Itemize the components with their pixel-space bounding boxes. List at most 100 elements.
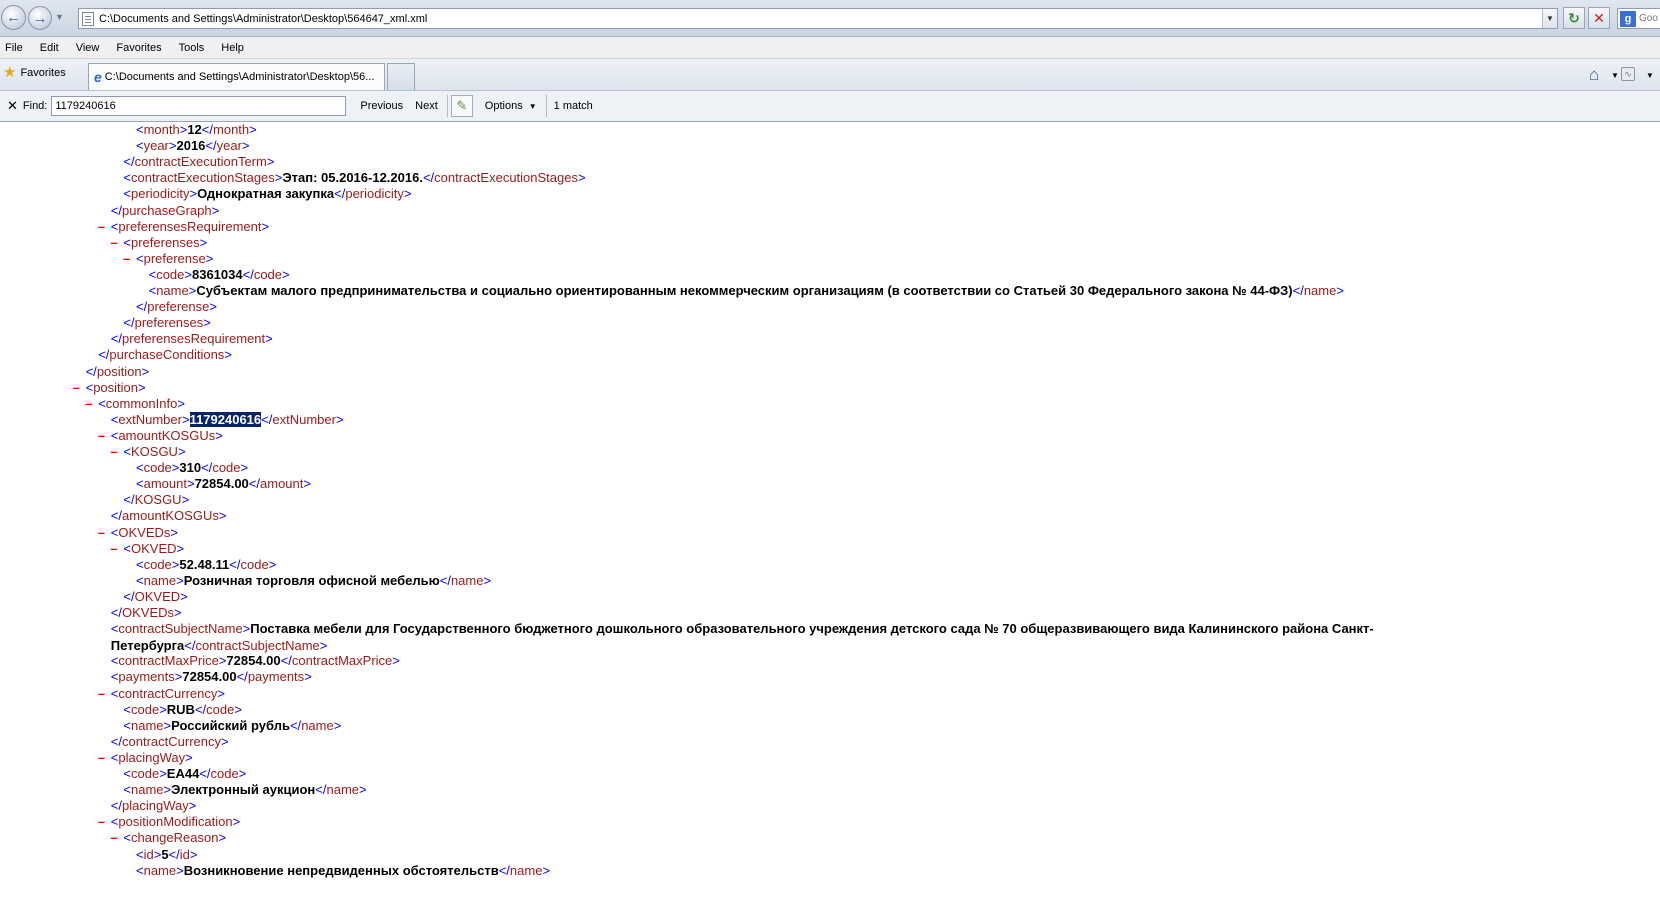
tag-bracket: </ (136, 299, 148, 315)
tag-name: preferenses (130, 234, 200, 250)
menu-help[interactable]: Help (216, 42, 252, 54)
tag-bracket: > (174, 605, 182, 620)
tag-bracket: </ (168, 846, 180, 862)
tag-bracket: > (266, 154, 275, 170)
menu-view[interactable]: View (71, 42, 108, 54)
address-text[interactable]: C:\Documents and Settings\Administrator\… (99, 13, 427, 25)
xml-line: <contractExecutionStages>Этап: 05.2016-1… (123, 169, 585, 186)
collapse-toggle-icon[interactable]: – (98, 749, 105, 766)
menu-favorites[interactable]: Favorites (111, 42, 169, 54)
google-logo-icon: g (1620, 10, 1636, 27)
tag-name: month (213, 122, 250, 137)
tag-bracket: </ (98, 347, 110, 363)
tag-bracket: < (123, 766, 131, 781)
tag-bracket: </ (123, 315, 135, 331)
find-options-button[interactable]: Options ▼ (479, 97, 543, 115)
tag-name: contractExecutionTerm (134, 154, 267, 170)
xml-line: </preferensesRequirement> (111, 330, 273, 347)
tag-bracket: < (136, 138, 144, 154)
collapse-toggle-icon[interactable]: – (98, 813, 105, 830)
find-previous-button[interactable]: Previous (354, 97, 409, 115)
tag-name: contractSubjectName (195, 638, 320, 654)
tag-bracket: </ (315, 782, 327, 798)
xml-line: </purchaseConditions> (98, 346, 232, 363)
tag-bracket: > (184, 266, 192, 282)
tag-bracket: > (163, 717, 172, 733)
tag-name: code (240, 556, 269, 572)
xml-line: </preferense> (136, 298, 217, 315)
search-box[interactable]: g Goo (1617, 8, 1660, 29)
tag-bracket: < (136, 846, 144, 862)
home-dropdown-icon[interactable]: ▼ (1611, 71, 1619, 80)
collapse-toggle-icon[interactable]: – (98, 218, 105, 235)
xml-line: <OKVEDs> (111, 524, 178, 541)
xml-line: <preferenses> (123, 234, 207, 251)
tag-name: name (143, 572, 177, 588)
tag-bracket: > (185, 749, 193, 765)
element-value: 72854.00 (226, 653, 281, 669)
collapse-toggle-icon[interactable]: – (98, 427, 105, 444)
tag-bracket: > (240, 460, 249, 476)
menu-file[interactable]: File (0, 42, 31, 54)
xml-line: </OKVED> (123, 588, 187, 605)
collapse-toggle-icon[interactable]: – (110, 234, 117, 251)
back-arrow-icon[interactable]: ← (1, 5, 26, 30)
tag-name: contractMaxPrice (118, 653, 219, 669)
tag-name: preferensesRequirement (122, 331, 266, 347)
tag-bracket: < (98, 395, 106, 411)
collapse-toggle-icon[interactable]: – (110, 540, 117, 557)
tag-name: code (212, 460, 241, 476)
close-icon[interactable]: ✕ (7, 98, 18, 114)
tag-bracket: </ (280, 653, 292, 669)
xml-line: <contractMaxPrice>72854.00</contractMaxP… (111, 652, 400, 669)
element-value: Возникновение непредвиденных обстоятельс… (183, 862, 499, 878)
tag-bracket: </ (289, 717, 302, 733)
collapse-toggle-icon[interactable]: – (98, 524, 105, 541)
forward-arrow-icon[interactable]: → (28, 6, 52, 30)
tag-bracket: </ (110, 331, 123, 347)
tag-bracket: </ (123, 154, 135, 170)
tag-name: code (253, 266, 283, 282)
tag-bracket: </ (248, 476, 261, 492)
collapse-toggle-icon[interactable]: – (110, 829, 117, 846)
tab-active-document[interactable]: e C:\Documents and Settings\Administrato… (88, 63, 385, 90)
highlighter-pencil-icon[interactable]: ✎ (450, 95, 473, 117)
menu-tools[interactable]: Tools (174, 42, 213, 54)
element-value: 2016 (176, 138, 206, 154)
recent-pages-dropdown-icon[interactable]: ▼ (55, 12, 64, 22)
tag-name: purchaseConditions (109, 347, 225, 363)
home-icon[interactable]: ⌂ (1589, 65, 1599, 85)
tag-bracket: > (542, 862, 551, 878)
tag-bracket: < (123, 444, 131, 459)
rss-feed-icon[interactable]: ∿ (1621, 67, 1635, 81)
xml-line: <OKVED> (123, 540, 184, 557)
feed-dropdown-icon[interactable]: ▼ (1646, 71, 1654, 80)
stop-icon[interactable]: ✕ (1588, 7, 1610, 29)
tag-name: name (130, 782, 164, 798)
find-next-button[interactable]: Next (409, 97, 444, 115)
tag-name: preferensesRequirement (118, 218, 262, 234)
address-bar[interactable]: C:\Documents and Settings\Administrator\… (78, 8, 1558, 29)
refresh-icon[interactable]: ↻ (1563, 7, 1585, 29)
menu-edit[interactable]: Edit (35, 42, 67, 54)
collapse-toggle-icon[interactable]: – (110, 443, 117, 460)
tag-bracket: < (136, 862, 144, 878)
xml-line: </preferenses> (123, 314, 210, 331)
collapse-toggle-icon[interactable]: – (85, 395, 92, 412)
tag-bracket: > (163, 782, 172, 798)
xml-page-icon (82, 11, 94, 26)
element-value: Однократная закупка (197, 186, 335, 202)
collapse-toggle-icon[interactable]: – (73, 379, 80, 396)
collapse-toggle-icon[interactable]: – (123, 250, 130, 267)
tag-name: KOSGU (130, 444, 178, 459)
tag-name: extNumber (118, 411, 182, 427)
tag-name: OKVED (134, 588, 181, 604)
new-tab-button[interactable] (387, 63, 415, 90)
tag-name: placingWay (118, 749, 186, 765)
address-dropdown-icon[interactable]: ▼ (1542, 9, 1557, 28)
tag-name: contractCurrency (118, 685, 218, 701)
tag-name: preferense (143, 250, 206, 266)
find-input[interactable] (51, 96, 347, 116)
favorites-button[interactable]: ★ Favorites (3, 65, 66, 80)
collapse-toggle-icon[interactable]: – (98, 685, 105, 702)
